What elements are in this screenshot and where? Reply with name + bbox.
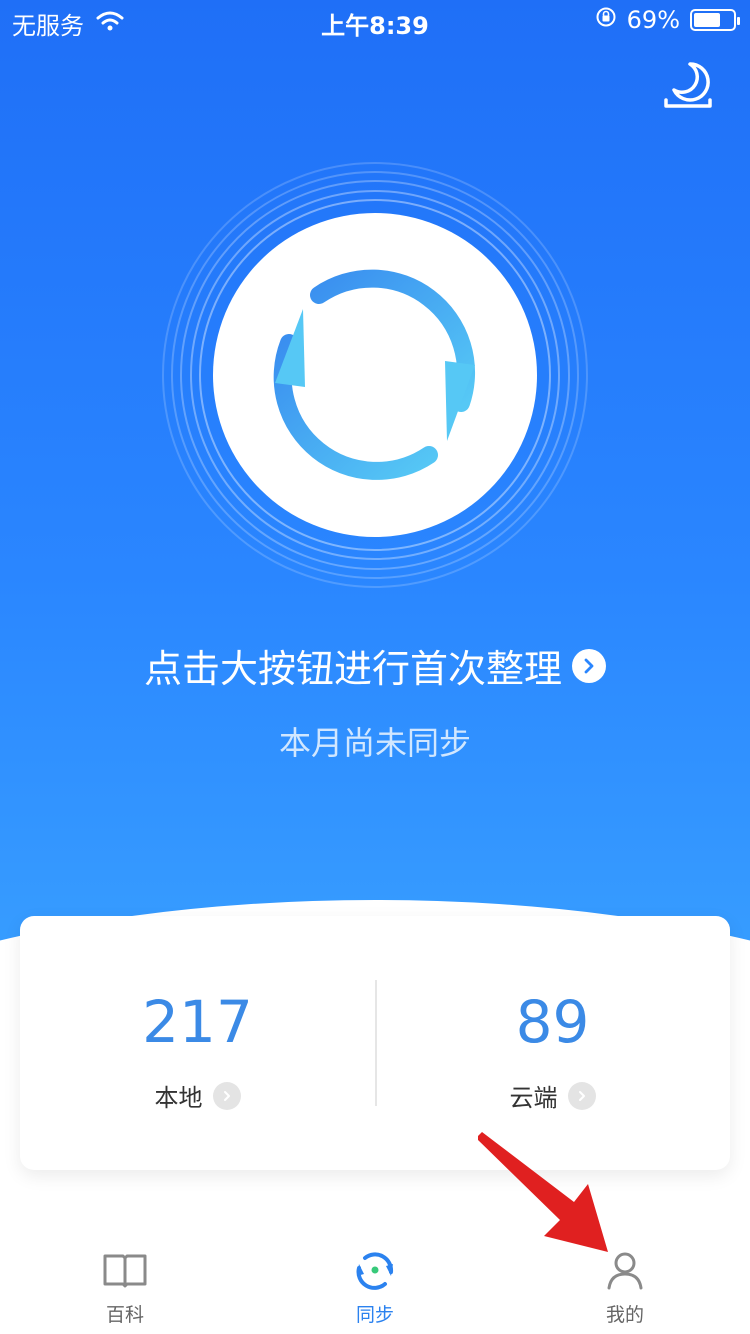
status-right: 69%	[595, 6, 740, 34]
sync-prompt[interactable]: 点击大按钮进行首次整理	[0, 638, 750, 693]
sync-button[interactable]	[213, 213, 537, 537]
battery-fill	[694, 13, 720, 27]
battery-icon	[690, 9, 740, 31]
status-bar: 无服务 上午8:39 69%	[0, 0, 750, 42]
tab-bar: 百科 同步 我的	[0, 1230, 750, 1334]
tab-sync[interactable]: 同步	[250, 1250, 500, 1327]
local-label: 本地	[154, 1084, 203, 1112]
local-label-row: 本地	[20, 1078, 375, 1113]
chevron-right-icon	[212, 1081, 241, 1110]
chevron-right-icon	[567, 1081, 596, 1110]
rotation-lock-icon	[595, 6, 617, 34]
tab-label: 同步	[355, 1304, 394, 1326]
cloud-stat[interactable]: 89 云端	[375, 986, 730, 1113]
cloud-label: 云端	[509, 1084, 558, 1112]
tab-profile[interactable]: 我的	[500, 1250, 750, 1327]
battery-percent: 69%	[626, 6, 680, 34]
night-mode-button[interactable]	[660, 56, 716, 112]
book-icon	[103, 1254, 147, 1288]
moon-icon	[664, 62, 712, 108]
chevron-right-icon	[572, 648, 606, 683]
sync-prompt-text: 点击大按钮进行首次整理	[143, 647, 562, 691]
tab-label: 百科	[105, 1304, 144, 1326]
sync-status-text: 本月尚未同步	[278, 724, 471, 762]
cloud-count: 89	[515, 988, 590, 1056]
local-stat[interactable]: 217 本地	[20, 986, 375, 1113]
tab-label: 我的	[605, 1304, 644, 1326]
battery-tip	[737, 17, 740, 25]
sync-icon	[356, 1252, 394, 1290]
annotation-arrow	[478, 1132, 608, 1252]
sync-icon	[273, 269, 476, 480]
local-count: 217	[142, 988, 253, 1056]
tab-encyclopedia[interactable]: 百科	[0, 1250, 250, 1327]
cloud-label-row: 云端	[375, 1078, 730, 1113]
